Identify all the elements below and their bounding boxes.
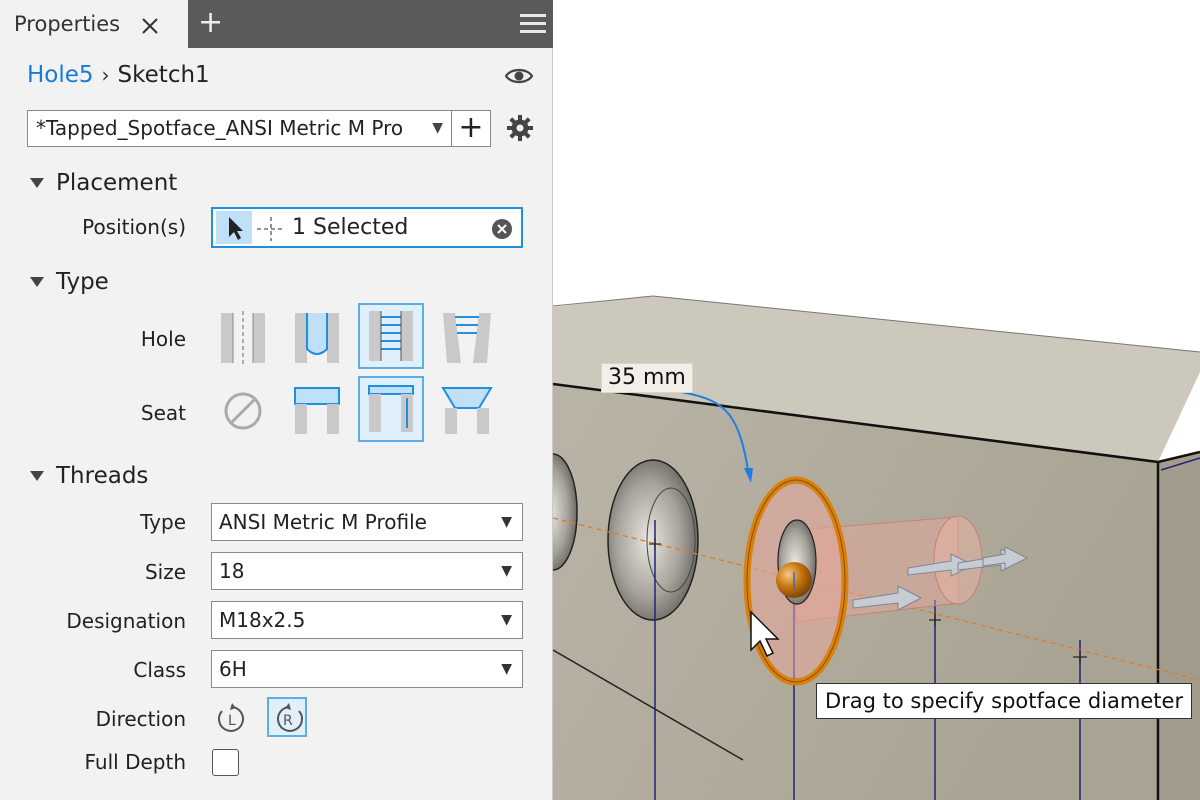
thread-size-value: 18	[219, 559, 245, 583]
class-dropdown[interactable]: 6H ▼	[211, 650, 523, 688]
positions-label: Position(s)	[82, 215, 186, 239]
chevron-down-icon: ▼	[501, 514, 512, 530]
breadcrumb: Hole5 › Sketch1	[27, 62, 210, 88]
countersink-seat-icon[interactable]	[434, 378, 500, 444]
collapse-triangle-icon	[30, 277, 44, 287]
breadcrumb-feature-link[interactable]: Hole5	[27, 62, 94, 88]
class-label: Class	[133, 658, 186, 682]
full-depth-label: Full Depth	[84, 750, 186, 774]
thread-size-label: Size	[144, 560, 186, 584]
thread-type-dropdown[interactable]: ANSI Metric M Profile ▼	[211, 503, 523, 541]
properties-panel: Properties + Hole5 › Sketch1 *Tapped_Spo…	[0, 0, 553, 800]
spotface-seat-icon[interactable]	[358, 376, 424, 442]
direction-label: Direction	[95, 707, 186, 731]
chevron-down-icon: ▼	[501, 612, 512, 628]
section-threads[interactable]: Threads	[30, 463, 148, 489]
designation-dropdown[interactable]: M18x2.5 ▼	[211, 601, 523, 639]
sketch-point-icon	[257, 217, 285, 241]
model-view[interactable]	[553, 0, 1200, 800]
select-arrow-icon	[216, 211, 252, 244]
dimension-value-label[interactable]: 35 mm	[601, 363, 693, 393]
positions-selector[interactable]: 1 Selected	[211, 207, 523, 248]
positions-value: 1 Selected	[292, 215, 409, 240]
no-seat-icon[interactable]	[210, 378, 276, 444]
taper-tapped-hole-icon[interactable]	[434, 305, 500, 371]
chevron-down-icon: ▼	[501, 661, 512, 677]
class-value: 6H	[219, 657, 247, 681]
block-end-face	[1158, 452, 1200, 800]
graphics-viewport[interactable]: 35 mm Drag to specify spotface diameter	[553, 0, 1200, 800]
menu-icon[interactable]	[520, 14, 546, 34]
clearance-hole-icon[interactable]	[284, 305, 350, 371]
preset-dropdown[interactable]: *Tapped_Spotface_ANSI Metric M Pro ▼	[27, 110, 452, 147]
designation-label: Designation	[66, 609, 186, 633]
eye-icon[interactable]	[505, 66, 533, 86]
breadcrumb-sketch[interactable]: Sketch1	[118, 62, 210, 88]
thread-size-dropdown[interactable]: 18 ▼	[211, 552, 523, 590]
hole-type-label: Hole	[140, 327, 186, 351]
svg-text:R: R	[283, 713, 293, 729]
seat-type-label: Seat	[140, 401, 186, 425]
section-threads-title: Threads	[56, 463, 149, 489]
designation-value: M18x2.5	[219, 608, 306, 632]
simple-hole-icon[interactable]	[210, 305, 276, 371]
section-placement[interactable]: Placement	[30, 170, 177, 196]
chevron-down-icon: ▼	[432, 120, 443, 136]
collapse-triangle-icon	[30, 178, 44, 188]
panel-tab-bar: Properties +	[0, 0, 553, 48]
tab-properties[interactable]: Properties	[0, 0, 188, 48]
clear-icon[interactable]	[491, 218, 513, 240]
close-icon[interactable]	[140, 16, 160, 36]
section-type-title: Type	[56, 269, 109, 295]
right-hand-thread-icon[interactable]: R	[267, 697, 307, 737]
collapse-triangle-icon	[30, 471, 44, 481]
section-type[interactable]: Type	[30, 269, 109, 295]
full-depth-checkbox[interactable]	[212, 749, 239, 776]
tapped-hole-icon[interactable]	[358, 303, 424, 369]
preset-value: *Tapped_Spotface_ANSI Metric M Pro	[36, 116, 404, 140]
add-preset-button[interactable]: +	[451, 110, 491, 147]
chevron-down-icon: ▼	[501, 563, 512, 579]
thread-type-label: Type	[140, 510, 186, 534]
gear-icon[interactable]	[506, 114, 534, 142]
thread-type-value: ANSI Metric M Profile	[219, 510, 427, 534]
section-placement-title: Placement	[56, 170, 178, 196]
add-tab-icon[interactable]: +	[198, 8, 223, 38]
tooltip: Drag to specify spotface diameter	[816, 683, 1193, 719]
existing-hole-2	[607, 459, 699, 621]
svg-text:L: L	[228, 713, 236, 729]
counterbore-seat-icon[interactable]	[284, 378, 350, 444]
tab-properties-label: Properties	[14, 12, 121, 36]
chevron-right-icon: ›	[101, 63, 110, 87]
left-hand-thread-icon[interactable]: L	[212, 699, 252, 739]
